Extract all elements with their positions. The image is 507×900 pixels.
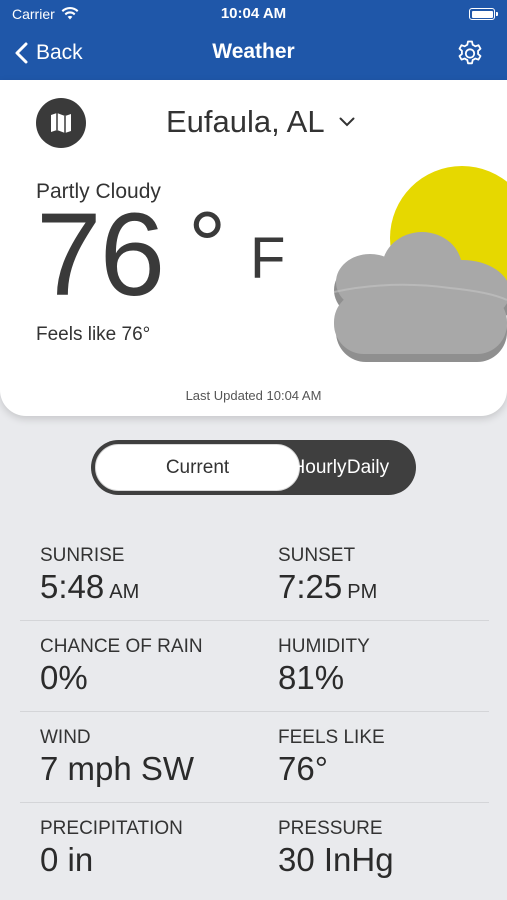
sunrise-meridiem: AM [109,581,140,603]
tab-current[interactable]: Current [95,444,300,491]
status-time: 10:04 AM [220,5,287,22]
chevron-down-icon [339,117,355,127]
current-weather-card: Eufaula, AL Partly Cloudy 76 ° F Feels l… [0,80,507,416]
detail-row: WIND 7 mph SW FEELS LIKE 76° [20,712,489,803]
sunrise-value: 5:48 AM [40,568,139,606]
page-title: Weather [212,40,295,63]
weather-screen: Carrier 10:04 AM Back Weather Eufaula, A… [0,0,507,900]
weather-details: SUNRISE 5:48 AM SUNSET 7:25 PM CHANCE OF R… [20,530,489,894]
precipitation-value: 0 in [40,841,94,878]
detail-row: SUNRISE 5:48 AM SUNSET 7:25 PM [20,530,489,621]
sunset-label: SUNSET [278,545,356,566]
gear-icon[interactable] [455,39,485,69]
degree-symbol: ° [188,192,227,299]
pressure-value: 30 InHg [278,841,394,878]
temperature-unit: F [250,226,286,291]
status-bar: Carrier 10:04 AM [0,0,507,28]
battery-icon [469,8,498,20]
forecast-tabs: Current Hourly Daily [91,440,416,495]
last-updated-text: Last Updated 10:04 AM [185,388,322,403]
sunset-time: 7:25 [278,568,343,605]
temperature-value: 76 [36,189,165,321]
tab-hourly-label: Hourly [291,456,347,478]
location-name: Eufaula, AL [166,104,325,139]
detail-row: PRECIPITATION 0 in PRESSURE 30 InHg [20,803,489,894]
wind-label: WIND [40,727,91,748]
feels-like-value: 76° [278,750,328,787]
humidity-value: 81% [278,659,345,696]
map-icon [51,113,71,133]
humidity-label: HUMIDITY [278,636,370,657]
detail-row: CHANCE OF RAIN 0% HUMIDITY 81% [20,621,489,712]
chance-of-rain-label: CHANCE OF RAIN [40,636,203,657]
feels-like-label: FEELS LIKE [278,727,385,748]
location-selector[interactable]: Eufaula, AL [166,104,355,140]
sunrise-time: 5:48 [40,568,105,605]
map-button[interactable] [36,98,86,148]
sunrise-label: SUNRISE [40,545,125,566]
nav-bar: Back Weather [0,30,507,76]
sunset-value: 7:25 PM [278,568,377,606]
tab-daily-label: Daily [346,456,390,478]
app-header: Carrier 10:04 AM Back Weather [0,0,507,80]
precipitation-label: PRECIPITATION [40,818,183,839]
pressure-label: PRESSURE [278,818,383,839]
wind-value: 7 mph SW [40,750,195,787]
sunset-meridiem: PM [347,581,378,603]
feels-like-text: Feels like 76° [36,324,151,345]
chance-of-rain-value: 0% [40,659,88,696]
partly-cloudy-icon [333,166,507,362]
